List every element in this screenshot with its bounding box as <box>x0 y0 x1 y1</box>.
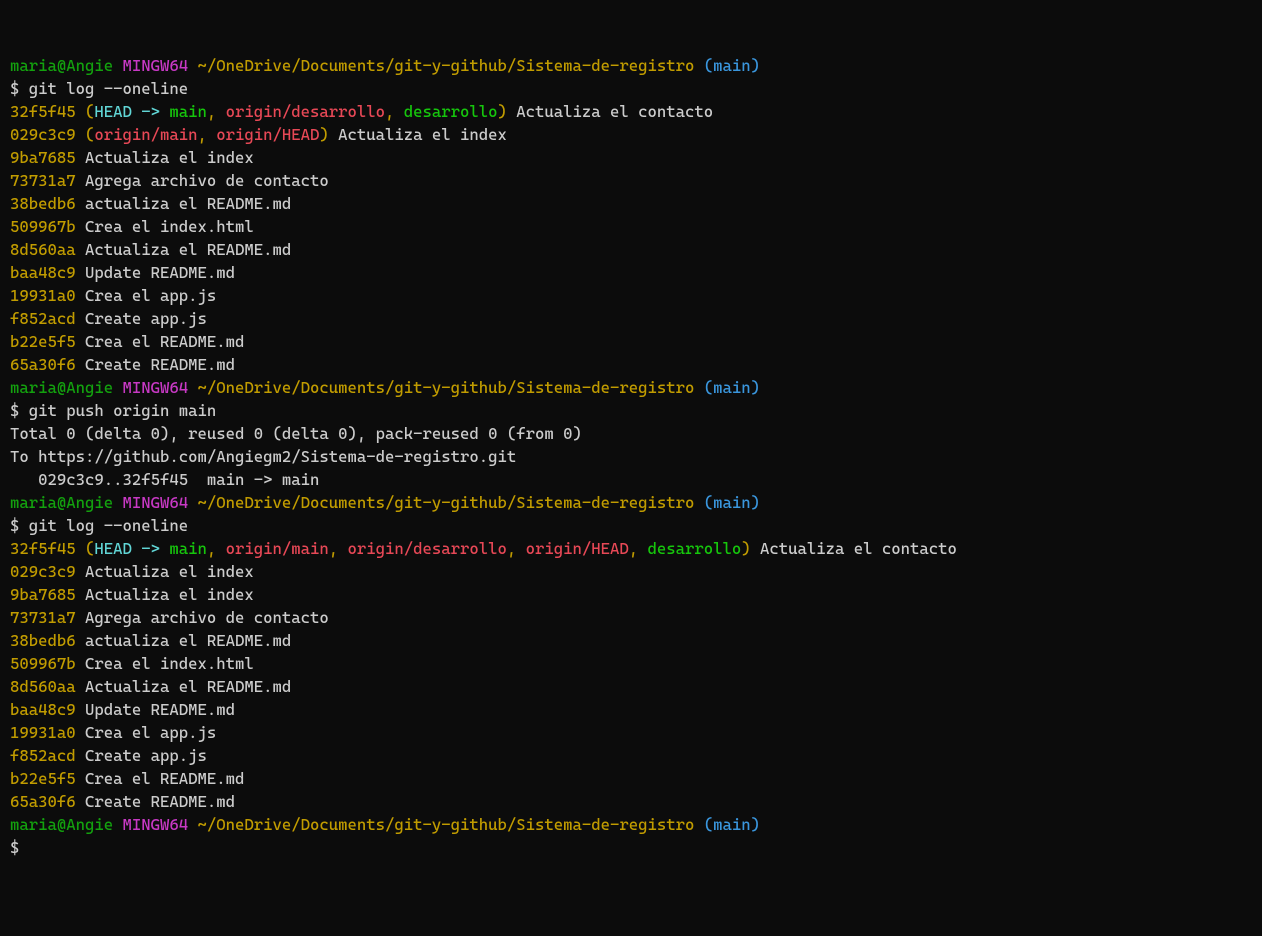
terminal-line: $ git log --oneline <box>10 77 1252 100</box>
terminal-line: maria@Angie MINGW64 ~/OneDrive/Documents… <box>10 813 1252 836</box>
terminal-line: f852acd Create app.js <box>10 307 1252 330</box>
terminal-line: To https://github.com/Angiegm2/Sistema-d… <box>10 445 1252 468</box>
terminal-line: 38bedb6 actualiza el README.md <box>10 629 1252 652</box>
terminal-line: 73731a7 Agrega archivo de contacto <box>10 169 1252 192</box>
terminal-line: $ <box>10 836 1252 859</box>
terminal-line: $ git log --oneline <box>10 514 1252 537</box>
terminal-output[interactable]: maria@Angie MINGW64 ~/OneDrive/Documents… <box>10 54 1252 859</box>
terminal-line: maria@Angie MINGW64 ~/OneDrive/Documents… <box>10 491 1252 514</box>
terminal-line: Total 0 (delta 0), reused 0 (delta 0), p… <box>10 422 1252 445</box>
terminal-line: 19931a0 Crea el app.js <box>10 721 1252 744</box>
terminal-line: 029c3c9 (origin/main, origin/HEAD) Actua… <box>10 123 1252 146</box>
terminal-line: maria@Angie MINGW64 ~/OneDrive/Documents… <box>10 54 1252 77</box>
terminal-line: f852acd Create app.js <box>10 744 1252 767</box>
terminal-line: 19931a0 Crea el app.js <box>10 284 1252 307</box>
terminal-line: 8d560aa Actualiza el README.md <box>10 238 1252 261</box>
terminal-line: b22e5f5 Crea el README.md <box>10 767 1252 790</box>
terminal-line: baa48c9 Update README.md <box>10 261 1252 284</box>
terminal-line: $ git push origin main <box>10 399 1252 422</box>
terminal-line: 029c3c9 Actualiza el index <box>10 560 1252 583</box>
terminal-line: 509967b Crea el index.html <box>10 652 1252 675</box>
terminal-line: 8d560aa Actualiza el README.md <box>10 675 1252 698</box>
terminal-line: 38bedb6 actualiza el README.md <box>10 192 1252 215</box>
terminal-line: 029c3c9..32f5f45 main -> main <box>10 468 1252 491</box>
terminal-line: 509967b Crea el index.html <box>10 215 1252 238</box>
terminal-line: 9ba7685 Actualiza el index <box>10 146 1252 169</box>
terminal-line: maria@Angie MINGW64 ~/OneDrive/Documents… <box>10 376 1252 399</box>
terminal-line: 9ba7685 Actualiza el index <box>10 583 1252 606</box>
terminal-line: b22e5f5 Crea el README.md <box>10 330 1252 353</box>
terminal-line: 65a30f6 Create README.md <box>10 790 1252 813</box>
terminal-line: 65a30f6 Create README.md <box>10 353 1252 376</box>
terminal-line: 73731a7 Agrega archivo de contacto <box>10 606 1252 629</box>
terminal-line: 32f5f45 (HEAD -> main, origin/main, orig… <box>10 537 1252 560</box>
terminal-line: 32f5f45 (HEAD -> main, origin/desarrollo… <box>10 100 1252 123</box>
terminal-line: baa48c9 Update README.md <box>10 698 1252 721</box>
